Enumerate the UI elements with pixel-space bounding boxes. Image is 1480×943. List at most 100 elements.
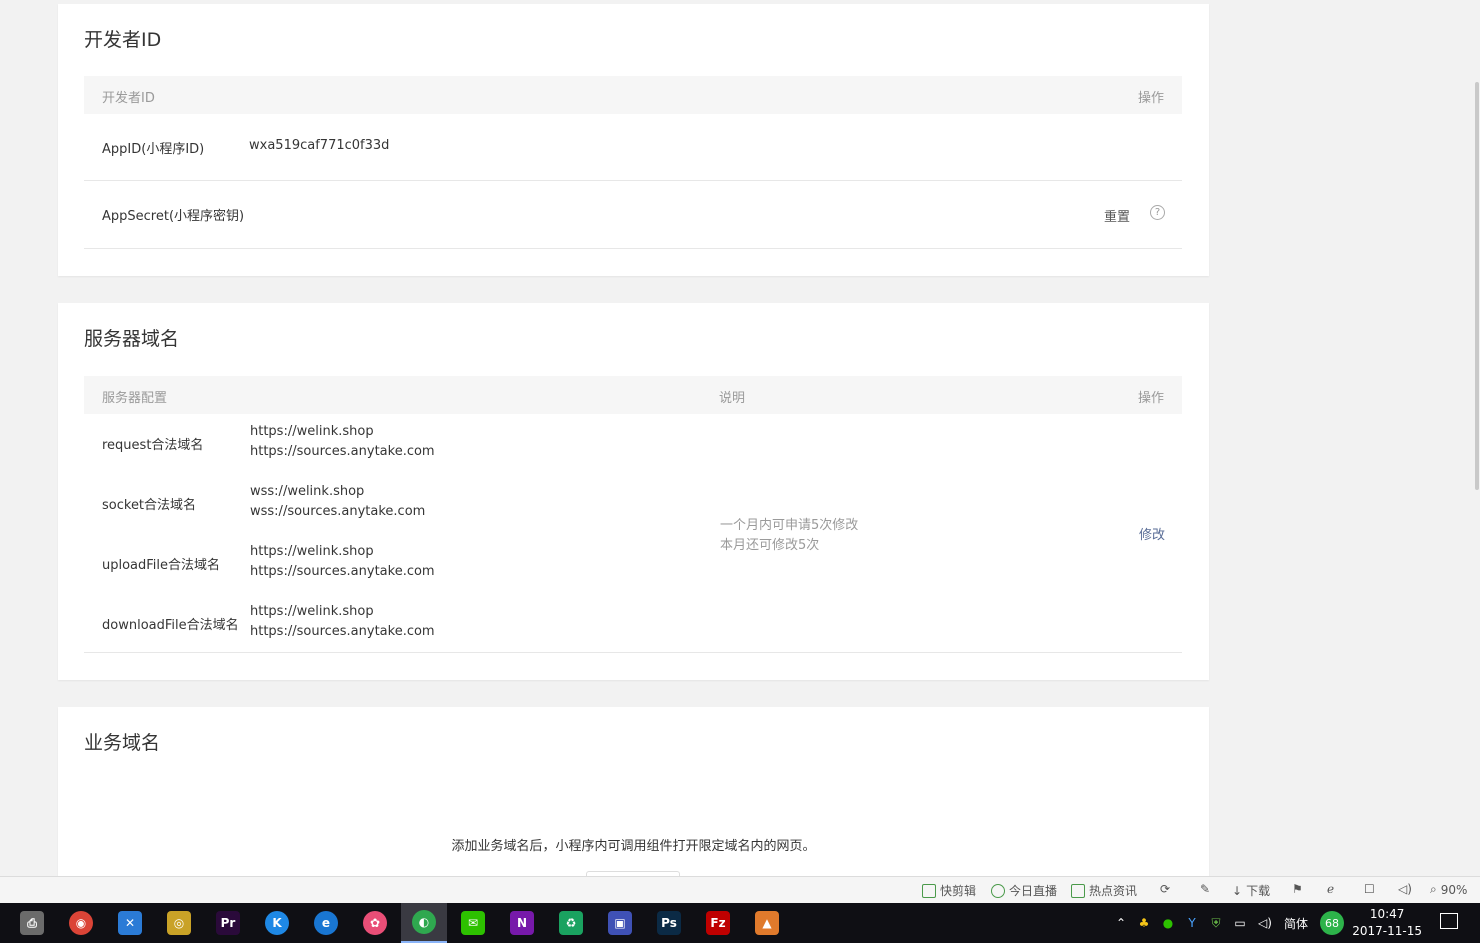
taskbar-remote-desktop-button[interactable]: ▣ [597,903,643,943]
tray-y-icon[interactable]: Y [1180,916,1204,930]
tray-shield-icon[interactable]: ⛨ [1204,916,1228,931]
server-domain-rows: request合法域名 https://welink.shop https://… [84,414,1182,653]
taskbar-premiere-button[interactable]: Pr [205,903,251,943]
clock-time: 10:47 [1369,907,1405,921]
server-domain-card: 服务器域名 服务器配置 说明 操作 request合法域名 https://we… [58,303,1209,680]
windows-taskbar: ⎙ ◉ ✕ ◎ Pr Ke ✿ ◐ ✉ N ♻ ▣ Ps Fz ▲ ⌃ ♣ ● Y ⛨ ▭ ◁) 简体 68… [0,903,1480,943]
taskbar-filezilla-button[interactable]: Fz [695,903,741,943]
system-tray: ⌃ ♣ ● Y ⛨ ▭ ◁) 简体 68 [1110,903,1344,943]
download-button[interactable]: ↓ 下载 [1232,882,1270,899]
domain-value: https://welink.shop [250,424,374,439]
developer-id-title: 开发者ID [84,29,162,51]
domain-value: wss://sources.anytake.com [250,504,426,519]
business-domain-card: 业务域名 添加业务域名后，小程序内可调用组件打开限定域名内的网页。 [58,707,1209,879]
k-app-icon: K [265,911,289,935]
scrollbar-thumb[interactable] [1475,82,1479,490]
browser-e-icon: e [314,911,338,935]
domain-row-label: uploadFile合法域名 [102,558,221,573]
chrome-icon: ◉ [69,911,93,935]
photoshop-icon: Ps [657,911,681,935]
appsecret-row: AppSecret(小程序密钥) 重置 ? [84,181,1182,249]
domain-value: https://sources.anytake.com [250,444,435,459]
taskbar-devtools-button[interactable]: ◐ [401,903,447,943]
yellow-app-icon: ◎ [167,911,191,935]
header-action: 操作 [1137,391,1164,406]
developer-id-card: 开发者ID 开发者ID 操作 AppID(小程序ID) wxa519caf771… [58,4,1209,276]
taskbar-orange-app-button[interactable]: ▲ [744,903,790,943]
server-domain-title: 服务器域名 [84,328,180,350]
taskbar-onenote-button[interactable]: N [499,903,545,943]
bookmark-app-icon: ✕ [118,911,142,935]
domain-value: https://welink.shop [250,544,374,559]
news-icon [1071,883,1085,898]
developer-id-table-header: 开发者ID 操作 [84,76,1182,114]
business-domain-description: 添加业务域名后，小程序内可调用组件打开限定域名内的网页。 [451,839,816,854]
modify-button[interactable]: 修改 [1139,524,1165,543]
tray-qq-icon[interactable]: ♣ [1132,916,1156,930]
domain-row-label: downloadFile合法域名 [102,618,239,633]
taskbar-bookmark-app-button[interactable]: ✕ [107,903,153,943]
devtools-icon: ◐ [412,910,436,934]
taskbar-k-app-button[interactable]: K [254,903,300,943]
taskbar-printer-button[interactable]: ⎙ [9,903,55,943]
zoom-level: 90% [1440,882,1468,897]
taskbar-browser-e-button[interactable]: e [303,903,349,943]
zoom-icon: ⌕ [1430,882,1437,896]
download-icon: ↓ [1232,883,1243,898]
header-developer-id: 开发者ID [102,91,155,106]
download-label: 下载 [1246,884,1271,898]
taskbar-chrome-button[interactable]: ◉ [58,903,104,943]
tray-volume-icon[interactable]: ◁) [1252,916,1278,930]
taskbar-recycle-app-button[interactable]: ♻ [548,903,594,943]
appid-label: AppID(小程序ID) [102,142,205,157]
header-action: 操作 [1137,91,1164,106]
live-icon [991,883,1005,898]
play-icon [922,883,936,898]
quick-edit-label: 快剪辑 [940,884,977,898]
premiere-icon: Pr [216,911,240,935]
zoom-control[interactable]: ⌕ 90% [1430,882,1467,897]
appsecret-label: AppSecret(小程序密钥) [102,209,245,224]
header-description: 说明 [719,391,746,406]
onenote-icon: N [510,911,534,935]
color-wheel-icon: ✿ [363,911,387,935]
recycle-app-icon: ♻ [559,911,583,935]
business-domain-title: 业务域名 [84,732,161,754]
filezilla-icon: Fz [706,911,730,935]
appid-value: wxa519caf771c0f33d [249,138,390,153]
sound-icon[interactable]: ◁) [1398,882,1412,896]
live-today-button[interactable]: 今日直播 [991,882,1057,899]
tray-wechat-icon[interactable]: ● [1156,916,1180,930]
ime-indicator[interactable]: 简体 [1278,915,1314,932]
window-icon[interactable]: ☐ [1364,882,1375,896]
help-icon[interactable]: ? [1150,205,1165,220]
action-center-icon[interactable] [1440,913,1458,929]
server-table-header: 服务器配置 说明 操作 [84,376,1182,414]
modify-limit-note: 一个月内可申请5次修改 [720,518,859,533]
refresh-icon[interactable]: ⟳ [1160,882,1170,896]
printer-icon: ⎙ [20,911,44,935]
remote-desktop-icon: ▣ [608,911,632,935]
taskbar-color-wheel-button[interactable]: ✿ [352,903,398,943]
tray-network-icon[interactable]: ▭ [1228,916,1252,930]
tray-360-badge[interactable]: 68 [1320,911,1344,935]
wechat-icon: ✉ [461,911,485,935]
appid-row: AppID(小程序ID) wxa519caf771c0f33d [84,114,1182,181]
ie-mode-icon[interactable]: ℯ [1327,882,1334,896]
modify-remaining-note: 本月还可修改5次 [720,538,820,553]
tray-expand-icon[interactable]: ⌃ [1110,916,1132,930]
reset-link[interactable]: 重置 [1104,206,1130,225]
taskbar-clock[interactable]: 10:47 2017-11-15 [1352,906,1422,940]
domain-value: https://welink.shop [250,604,374,619]
taskbar-yellow-app-button[interactable]: ◎ [156,903,202,943]
taskbar-photoshop-button[interactable]: Ps [646,903,692,943]
page-scrollbar[interactable] [1473,0,1480,876]
domain-row-label: socket合法域名 [102,498,197,513]
orange-app-icon: ▲ [755,911,779,935]
quick-edit-button[interactable]: 快剪辑 [922,882,976,899]
hot-news-button[interactable]: 热点资讯 [1071,882,1137,899]
pin-icon[interactable]: ✎ [1200,882,1210,896]
flag-icon[interactable]: ⚑ [1292,882,1303,896]
domain-value: wss://welink.shop [250,484,365,499]
taskbar-wechat-button[interactable]: ✉ [450,903,496,943]
